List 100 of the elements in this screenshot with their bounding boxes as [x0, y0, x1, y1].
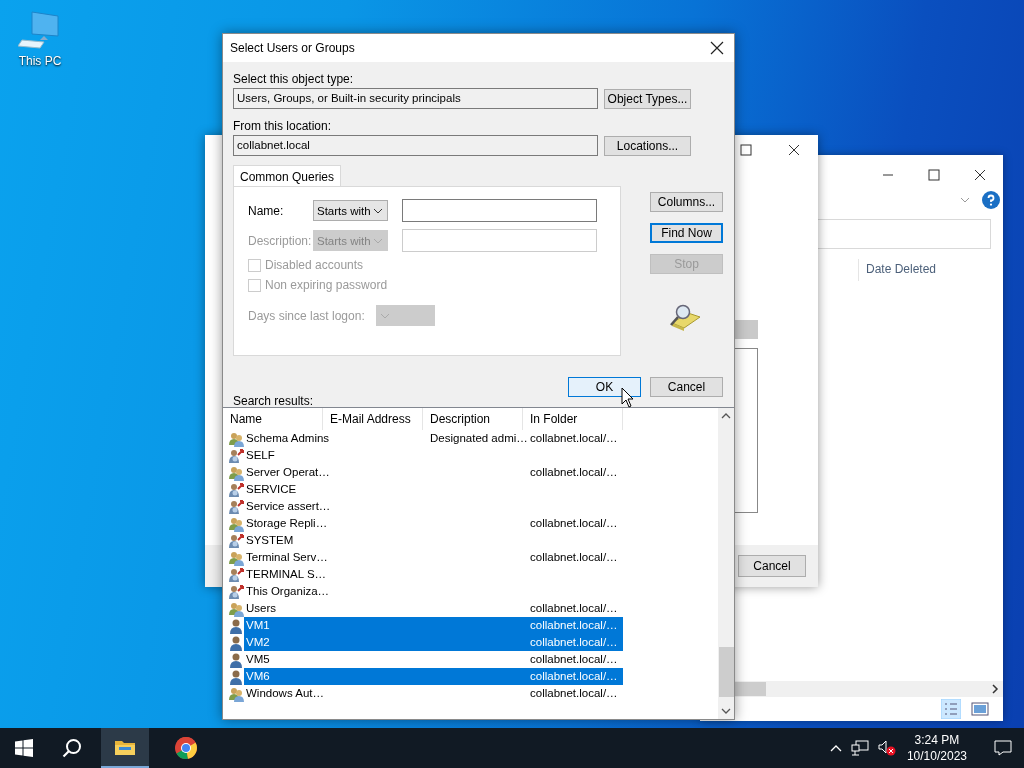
user-icon: [228, 634, 244, 651]
tab[interactable]: Common Queries: [233, 165, 342, 187]
close-icon[interactable]: [710, 41, 724, 55]
user-icon: [228, 617, 244, 634]
result-row[interactable]: Windows Aut… collabnet.local/…: [244, 685, 623, 702]
result-row[interactable]: Users collabnet.local/…: [244, 600, 623, 617]
find-now-button[interactable]: Find Now: [650, 223, 723, 243]
table-cell-text: Server Operat…: [245, 465, 330, 480]
table-cell-text: VM2: [245, 635, 271, 650]
special-identity-icon: [228, 498, 244, 515]
column-header[interactable]: E-Mail Address: [323, 408, 423, 430]
special-identity-icon: [228, 481, 244, 498]
close-icon[interactable]: [974, 169, 986, 181]
vertical-scrollbar[interactable]: [718, 408, 734, 719]
taskbar-button[interactable]: [101, 728, 149, 768]
search-directory-icon: [668, 303, 702, 331]
table-cell-text: Storage Repli…: [245, 516, 329, 531]
chevron-up-icon[interactable]: [829, 744, 842, 752]
start-icon[interactable]: [15, 739, 33, 757]
result-row[interactable]: Schema Admins Designated admi… collabnet.local/…: [244, 430, 623, 447]
special-identity-icon: [228, 566, 244, 583]
scroll-thumb[interactable]: [735, 682, 766, 696]
columns-button[interactable]: Columns...: [650, 192, 723, 212]
result-row[interactable]: VM1 collabnet.local/…: [244, 617, 623, 634]
result-row[interactable]: VM5 collabnet.local/…: [244, 651, 623, 668]
section-label: Search results:: [233, 394, 314, 408]
result-row[interactable]: Terminal Serv… collabnet.local/…: [244, 549, 623, 566]
column-header[interactable]: Date Deleted: [858, 259, 937, 281]
folder-icon: [114, 738, 136, 756]
scroll-right-icon[interactable]: [991, 684, 999, 694]
read-only-field[interactable]: Users, Groups, or Built-in security principals: [233, 88, 598, 109]
table-cell-text: TERMINAL S…: [245, 567, 328, 582]
field-label: Select this object type:: [233, 73, 355, 86]
table-cell-text: collabnet.local/…: [529, 618, 619, 633]
table-cell-text: VM5: [245, 652, 271, 667]
text-field[interactable]: [402, 199, 597, 222]
results-list[interactable]: [223, 407, 734, 719]
result-row[interactable]: SERVICE: [244, 481, 623, 498]
user-icon: [228, 651, 244, 668]
network-icon[interactable]: [850, 740, 869, 756]
mouse-pointer-icon: [621, 387, 635, 409]
chevron-icon[interactable]: [960, 197, 970, 203]
scroll-down-icon[interactable]: [721, 707, 731, 715]
field-label: Name:: [248, 203, 285, 218]
computer-icon[interactable]: [18, 10, 62, 50]
result-row[interactable]: TERMINAL S…: [244, 566, 623, 583]
clock-date: 10/10/2023: [906, 748, 967, 764]
column-header[interactable]: In Folder: [523, 408, 623, 430]
result-row[interactable]: VM6 collabnet.local/…: [244, 668, 623, 685]
group-icon: [228, 464, 244, 481]
group-icon: [228, 685, 244, 702]
result-row[interactable]: Service assert…: [244, 498, 623, 515]
cancel-button[interactable]: Cancel: [738, 555, 806, 577]
object-types-button[interactable]: Object Types...: [604, 88, 691, 109]
table-cell-text: Terminal Serv…: [245, 550, 329, 565]
table-cell-text: collabnet.local/…: [529, 686, 619, 701]
column-header[interactable]: Name: [223, 408, 323, 430]
ok-button[interactable]: OK: [568, 377, 641, 397]
table-cell-text: This Organiza…: [245, 584, 330, 599]
table-cell-text: Windows Aut…: [245, 686, 325, 701]
checkbox-label: Disabled accounts: [265, 258, 364, 272]
scroll-thumb[interactable]: [718, 647, 734, 697]
read-only-field[interactable]: collabnet.local: [233, 135, 598, 156]
search-icon[interactable]: [62, 738, 82, 758]
maximize-icon[interactable]: [928, 169, 940, 181]
result-row[interactable]: Server Operat… collabnet.local/…: [244, 464, 623, 481]
window-title: Select Users or Groups: [230, 41, 355, 55]
thumbnails-view-icon[interactable]: [971, 702, 989, 716]
result-row[interactable]: VM2 collabnet.local/…: [244, 634, 623, 651]
table-cell-text: Schema Admins: [245, 431, 330, 446]
table-cell-text: Users: [245, 601, 278, 616]
table-cell-text: SYSTEM: [245, 533, 295, 548]
close-icon[interactable]: [788, 144, 800, 156]
table-cell-text: collabnet.local/…: [529, 550, 619, 565]
table-cell-text: collabnet.local/…: [529, 652, 619, 667]
special-identity-icon: [228, 447, 244, 464]
clock[interactable]: 3:24 PM 10/10/2023: [906, 732, 967, 764]
scroll-up-icon[interactable]: [721, 412, 731, 420]
table-cell-text: collabnet.local/…: [529, 669, 619, 684]
result-row[interactable]: This Organiza…: [244, 583, 623, 600]
user-icon: [228, 668, 244, 685]
operator-dropdown[interactable]: Starts with: [313, 200, 388, 221]
table-cell-text: Service assert…: [245, 499, 330, 514]
help-icon[interactable]: [982, 191, 1000, 209]
browser-icon[interactable]: [174, 736, 198, 760]
notifications-icon[interactable]: [994, 740, 1012, 756]
checkbox-label: Non expiring password: [265, 278, 388, 292]
group-icon: [228, 430, 244, 447]
table-cell-text: VM1: [245, 618, 271, 633]
maximize-icon[interactable]: [740, 144, 752, 156]
group-icon: [228, 600, 244, 617]
locations-button[interactable]: Locations...: [604, 135, 691, 156]
result-row[interactable]: Storage Repli… collabnet.local/…: [244, 515, 623, 532]
table-cell-text: collabnet.local/…: [529, 601, 619, 616]
result-row[interactable]: SYSTEM: [244, 532, 623, 549]
result-row[interactable]: SELF: [244, 447, 623, 464]
column-header[interactable]: Description: [423, 408, 523, 430]
volume-muted-icon[interactable]: [877, 740, 896, 756]
cancel-button[interactable]: Cancel: [650, 377, 723, 397]
field-label: From this location:: [233, 120, 333, 133]
